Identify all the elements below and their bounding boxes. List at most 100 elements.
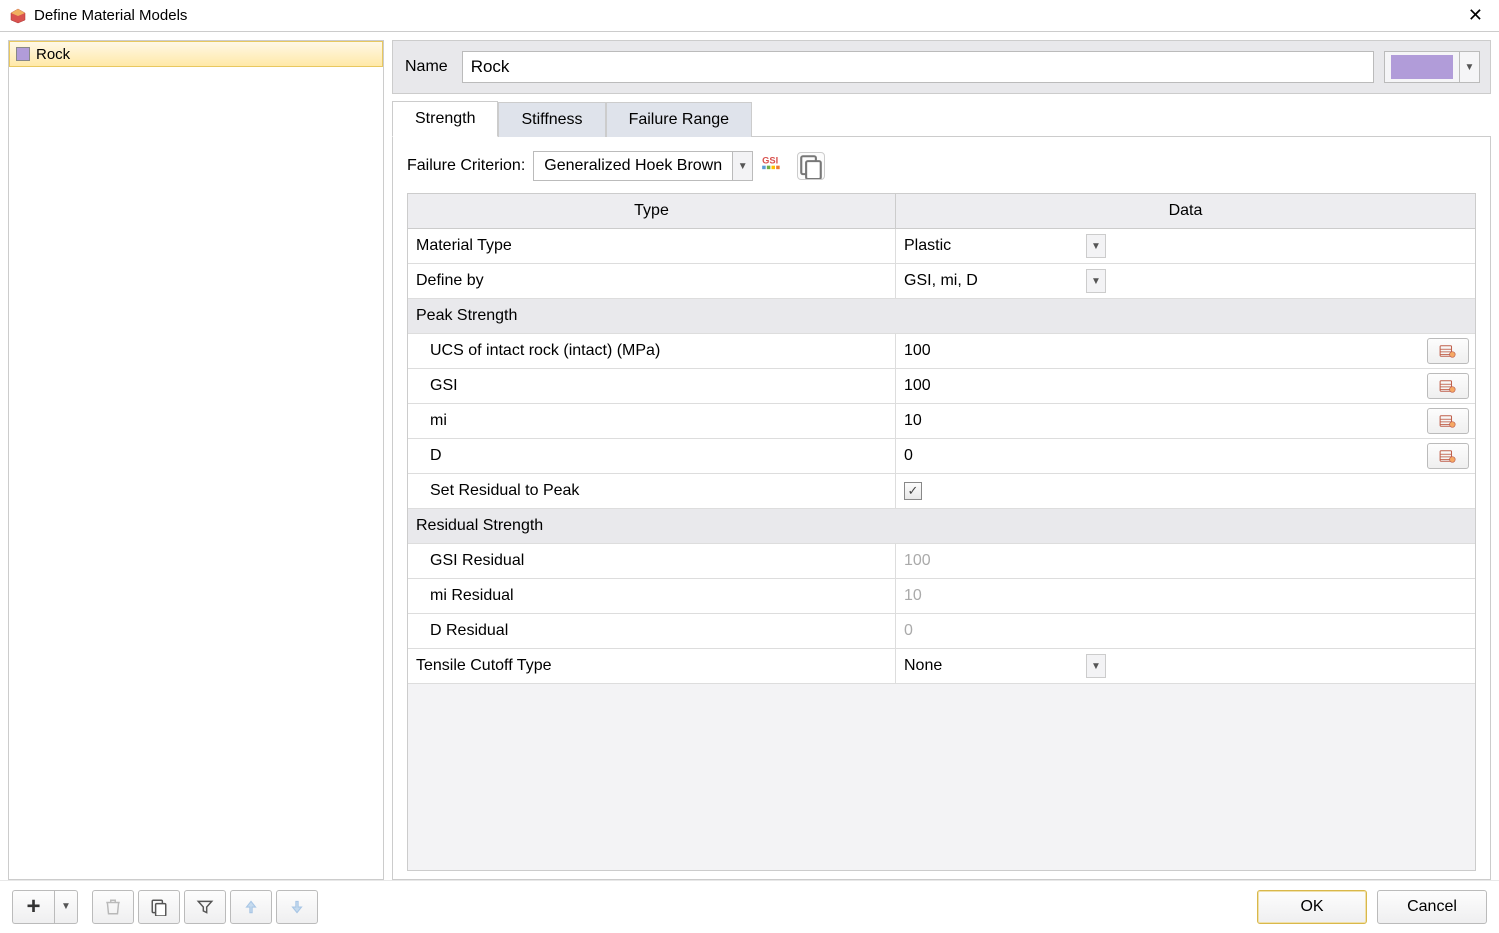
grid-row: mi 10 — [408, 404, 1475, 439]
move-down-button[interactable] — [276, 890, 318, 924]
gsi-calculator-button[interactable]: GSI — [761, 152, 789, 180]
property-value-cell[interactable]: GSI, mi, D▼ — [896, 264, 1475, 298]
property-label: mi Residual — [408, 579, 896, 613]
property-value-cell[interactable]: 0 — [896, 439, 1475, 473]
property-value: 10 — [904, 587, 922, 605]
property-label: UCS of intact rock (intact) (MPa) — [408, 334, 896, 368]
grid-row: Residual Strength — [408, 509, 1475, 544]
chevron-down-icon: ▼ — [732, 152, 752, 180]
property-grid: Type Data Material TypePlastic▼Define by… — [407, 193, 1476, 871]
property-label: mi — [408, 404, 896, 438]
material-color-swatch — [16, 47, 30, 61]
footer: + ▼ OK Cancel — [0, 880, 1499, 932]
delete-button[interactable] — [92, 890, 134, 924]
edit-value-button[interactable] — [1427, 338, 1469, 364]
svg-text:GSI: GSI — [762, 156, 778, 166]
grid-row: mi Residual 10 — [408, 579, 1475, 614]
grid-row: GSI Residual 100 — [408, 544, 1475, 579]
tab-strength[interactable]: Strength — [392, 101, 498, 137]
name-label: Name — [403, 58, 452, 76]
copy-icon — [150, 898, 168, 916]
property-value-cell: 0 — [896, 614, 1475, 648]
property-value-cell[interactable]: 100 — [896, 334, 1475, 368]
failure-criterion-label: Failure Criterion: — [407, 157, 525, 175]
grid-row: GSI 100 — [408, 369, 1475, 404]
filter-button[interactable] — [184, 890, 226, 924]
property-value-cell[interactable]: 10 — [896, 404, 1475, 438]
grid-row: Tensile Cutoff TypeNone▼ — [408, 649, 1475, 684]
property-label: GSI Residual — [408, 544, 896, 578]
cancel-button[interactable]: Cancel — [1377, 890, 1487, 924]
property-combo[interactable]: GSI, mi, D▼ — [904, 264, 1467, 298]
grid-row: Material TypePlastic▼ — [408, 229, 1475, 264]
grid-row: Define byGSI, mi, D▼ — [408, 264, 1475, 299]
property-value: 100 — [904, 342, 931, 360]
tab-failure-range[interactable]: Failure Range — [606, 102, 753, 137]
property-value: 0 — [904, 447, 913, 465]
property-value: 100 — [904, 377, 931, 395]
name-row: Name ▼ — [392, 40, 1491, 94]
checkbox[interactable]: ✓ — [904, 482, 922, 500]
grid-row: UCS of intact rock (intact) (MPa) 100 — [408, 334, 1475, 369]
grid-row: Set Residual to Peak ✓ — [408, 474, 1475, 509]
window-title: Define Material Models — [34, 7, 1462, 24]
color-swatch — [1391, 55, 1453, 79]
grid-header-type: Type — [408, 194, 896, 228]
property-value-cell[interactable]: 100 — [896, 369, 1475, 403]
move-up-button[interactable] — [230, 890, 272, 924]
property-value-cell[interactable]: ✓ — [896, 474, 1475, 508]
property-label: GSI — [408, 369, 896, 403]
property-label: Tensile Cutoff Type — [408, 649, 896, 683]
edit-value-button[interactable] — [1427, 373, 1469, 399]
tab-stiffness[interactable]: Stiffness — [498, 102, 605, 137]
property-value-cell: 10 — [896, 579, 1475, 613]
property-combo[interactable]: Plastic▼ — [904, 229, 1467, 263]
edit-value-button[interactable] — [1427, 408, 1469, 434]
property-value: 10 — [904, 412, 922, 430]
filter-icon — [196, 898, 214, 916]
color-picker[interactable]: ▼ — [1384, 51, 1480, 83]
property-value-cell[interactable]: None▼ — [896, 649, 1475, 683]
copy-button[interactable] — [797, 152, 825, 180]
strength-panel: Failure Criterion: Generalized Hoek Brow… — [392, 137, 1491, 880]
property-label: D Residual — [408, 614, 896, 648]
property-value-cell[interactable]: Plastic▼ — [896, 229, 1475, 263]
chevron-down-icon: ▼ — [1459, 52, 1479, 82]
trash-icon — [104, 898, 122, 916]
property-label: Set Residual to Peak — [408, 474, 896, 508]
material-list-item[interactable]: Rock — [9, 41, 383, 67]
chevron-down-icon: ▼ — [1086, 654, 1106, 678]
property-combo[interactable]: None▼ — [904, 649, 1467, 683]
grid-row: D Residual 0 — [408, 614, 1475, 649]
property-value-cell: 100 — [896, 544, 1475, 578]
property-value: 0 — [904, 622, 913, 640]
grid-row: D0 — [408, 439, 1475, 474]
grid-row: Peak Strength — [408, 299, 1475, 334]
close-icon[interactable]: ✕ — [1462, 5, 1489, 26]
chevron-down-icon: ▼ — [61, 901, 71, 912]
chevron-down-icon: ▼ — [1086, 234, 1106, 258]
material-list-label: Rock — [36, 46, 70, 63]
material-list-panel: Rock — [8, 40, 384, 880]
property-value: 100 — [904, 552, 931, 570]
ok-button[interactable]: OK — [1257, 890, 1367, 924]
grid-header-data: Data — [896, 194, 1475, 228]
property-label: D — [408, 439, 896, 473]
tabstrip: Strength Stiffness Failure Range — [392, 100, 1491, 137]
add-button[interactable]: + — [12, 890, 54, 924]
failure-criterion-combo[interactable]: Generalized Hoek Brown ▼ — [533, 151, 753, 181]
property-label: Residual Strength — [408, 509, 896, 543]
arrow-up-icon — [242, 898, 260, 916]
titlebar: Define Material Models ✕ — [0, 0, 1499, 32]
property-label: Peak Strength — [408, 299, 896, 333]
property-label: Define by — [408, 264, 896, 298]
chevron-down-icon: ▼ — [1086, 269, 1106, 293]
duplicate-button[interactable] — [138, 890, 180, 924]
property-label: Material Type — [408, 229, 896, 263]
name-input[interactable] — [462, 51, 1374, 83]
plus-icon: + — [26, 895, 40, 919]
arrow-down-icon — [288, 898, 306, 916]
app-icon — [10, 8, 26, 24]
add-dropdown[interactable]: ▼ — [54, 890, 78, 924]
edit-value-button[interactable] — [1427, 443, 1469, 469]
